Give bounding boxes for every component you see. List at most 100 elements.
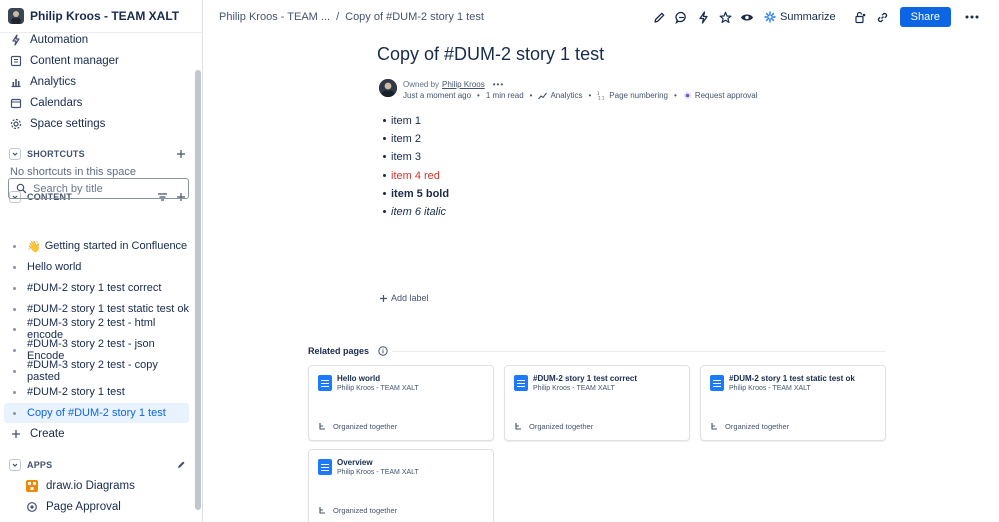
add-shortcut-icon[interactable] xyxy=(176,149,186,159)
related-page-card[interactable]: #DUM-2 story 1 test correct Philip Kroos… xyxy=(504,365,690,441)
comment-icon[interactable] xyxy=(672,8,690,26)
copy-link-icon[interactable] xyxy=(874,8,892,26)
summarize-button[interactable]: Summarize xyxy=(764,11,836,23)
share-button[interactable]: Share xyxy=(899,7,951,27)
tree-item[interactable]: Hello world xyxy=(4,257,189,277)
card-space: Philip Kroos - TEAM XALT xyxy=(337,469,419,476)
tree-item[interactable]: #DUM-3 story 2 test - json Encode xyxy=(4,338,189,362)
sidebar-scrollbar[interactable] xyxy=(195,70,201,510)
app-item-drawio[interactable]: draw.io Diagrams xyxy=(0,476,196,496)
related-page-card[interactable]: #DUM-2 story 1 test static test ok Phili… xyxy=(700,365,886,441)
chevron-down-icon[interactable] xyxy=(9,459,21,471)
last-updated: Just a moment ago xyxy=(403,91,472,100)
numbering-icon: 1 1.1 xyxy=(597,91,606,100)
watch-eye-icon[interactable] xyxy=(738,8,756,26)
sidebar-item-content-manager[interactable]: Content manager xyxy=(0,51,196,71)
breadcrumb-page[interactable]: Copy of #DUM-2 story 1 test xyxy=(345,11,484,23)
byline-more-icon[interactable]: ••• xyxy=(493,80,504,89)
add-label-button[interactable]: Add label xyxy=(379,293,429,303)
tree-item[interactable]: #DUM-2 story 1 test correct xyxy=(4,278,189,298)
sidebar-item-calendars[interactable]: Calendars xyxy=(0,93,196,113)
app-item-label: Page Approval xyxy=(46,501,121,513)
pencil-icon[interactable] xyxy=(176,460,186,470)
related-page-card[interactable]: Hello world Philip Kroos - TEAM XALT Org… xyxy=(308,365,494,441)
card-footer-label: Organized together xyxy=(333,506,398,515)
related-divider xyxy=(392,351,886,352)
page-doc-icon xyxy=(318,459,332,475)
sidebar-item-label: Analytics xyxy=(30,76,77,88)
app-item-page-approval[interactable]: Page Approval xyxy=(0,497,196,517)
hierarchy-icon xyxy=(318,422,327,431)
byline-meta: Just a moment ago • 1 min read • Analyti… xyxy=(403,91,758,100)
chevron-down-icon[interactable] xyxy=(9,148,21,160)
page-doc-icon xyxy=(514,375,528,391)
more-actions-icon[interactable] xyxy=(963,8,981,26)
tree-item[interactable]: #DUM-2 story 1 test static test ok xyxy=(4,299,189,319)
page-doc-icon xyxy=(318,375,332,391)
approval-icon xyxy=(26,501,38,513)
tree-item[interactable]: #DUM-2 story 1 test xyxy=(4,382,189,402)
tree-item-active[interactable]: Copy of #DUM-2 story 1 test xyxy=(4,403,189,423)
shortcuts-section-header[interactable]: SHORTCUTS xyxy=(0,145,196,163)
apps-section-header[interactable]: APPS xyxy=(0,456,196,474)
read-time: 1 min read xyxy=(485,91,524,100)
card-space: Philip Kroos - TEAM XALT xyxy=(533,385,615,392)
owner-avatar[interactable] xyxy=(379,79,397,97)
page-numbering-link[interactable]: 1 1.1 Page numbering xyxy=(597,91,668,100)
list-item-italic: item 6 italic xyxy=(382,203,449,221)
owned-by-prefix: Owned by xyxy=(403,80,440,89)
space-header[interactable]: Philip Kroos - TEAM XALT xyxy=(0,0,203,33)
card-title: #DUM-2 story 1 test correct xyxy=(533,374,638,383)
search-input[interactable] xyxy=(33,182,183,195)
search-by-title-field[interactable] xyxy=(8,178,189,199)
app-item-label: draw.io Diagrams xyxy=(46,480,135,492)
bullet-dot xyxy=(13,390,16,394)
owner-link[interactable]: Philip Kroos xyxy=(442,80,485,89)
edit-icon[interactable] xyxy=(650,8,668,26)
hierarchy-icon xyxy=(514,422,523,431)
drawio-icon xyxy=(26,480,38,492)
content-manager-icon xyxy=(10,55,22,67)
search-icon xyxy=(16,183,27,194)
list-item: item 1 xyxy=(382,112,449,130)
sidebar-item-label: Automation xyxy=(30,34,89,46)
list-item-bold: item 5 bold xyxy=(382,185,449,203)
sidebar-item-analytics[interactable]: Analytics xyxy=(0,72,196,92)
related-pages-header: Related pages xyxy=(308,346,388,356)
card-footer: Organized together xyxy=(514,422,593,431)
info-icon[interactable] xyxy=(378,346,388,356)
list-item: item 3 xyxy=(382,148,449,166)
tree-item[interactable]: #DUM-3 story 2 test - copy pasted xyxy=(4,359,189,383)
byline-owner: Owned by Philip Kroos ••• xyxy=(403,80,504,89)
top-bar: Philip Kroos - TEAM ... / Copy of #DUM-2… xyxy=(204,0,999,34)
automation-icon[interactable] xyxy=(694,8,712,26)
tree-item[interactable]: 👋 Getting started in Confluence xyxy=(4,236,189,256)
tree-item-label: #DUM-2 story 1 test correct xyxy=(27,282,162,294)
related-page-card[interactable]: Overview Philip Kroos - TEAM XALT Organi… xyxy=(308,449,494,522)
bullet-dot xyxy=(13,348,16,352)
sidebar-item-space-settings[interactable]: Space settings xyxy=(0,114,196,134)
restrictions-lock-icon[interactable] xyxy=(852,8,870,26)
breadcrumb-space[interactable]: Philip Kroos - TEAM ... xyxy=(219,11,330,23)
bullet-dot xyxy=(13,265,16,269)
bullet-dot xyxy=(13,286,16,290)
svg-text:1.1: 1.1 xyxy=(598,96,605,101)
card-space: Philip Kroos - TEAM XALT xyxy=(729,385,811,392)
sidebar-item-automation[interactable]: Automation xyxy=(0,33,196,50)
card-footer-label: Organized together xyxy=(529,422,594,431)
related-pages-title: Related pages xyxy=(308,346,370,356)
analytics-link[interactable]: Analytics xyxy=(538,91,582,100)
wave-emoji-icon: 👋 xyxy=(27,240,41,253)
create-label: Create xyxy=(30,428,65,440)
page-title: Copy of #DUM-2 story 1 test xyxy=(377,44,605,64)
page-numbering-label: Page numbering xyxy=(609,91,669,100)
meta-separator: • xyxy=(588,91,592,100)
bullet-dot xyxy=(13,369,16,373)
tree-item[interactable]: #DUM-3 story 2 test - html encode xyxy=(4,317,189,341)
create-button[interactable]: Create xyxy=(0,424,196,444)
card-footer-label: Organized together xyxy=(333,422,398,431)
star-icon[interactable] xyxy=(716,8,734,26)
meta-separator: • xyxy=(674,91,677,100)
request-approval-link[interactable]: Request approval xyxy=(683,91,758,100)
bullet-dot xyxy=(13,244,16,248)
